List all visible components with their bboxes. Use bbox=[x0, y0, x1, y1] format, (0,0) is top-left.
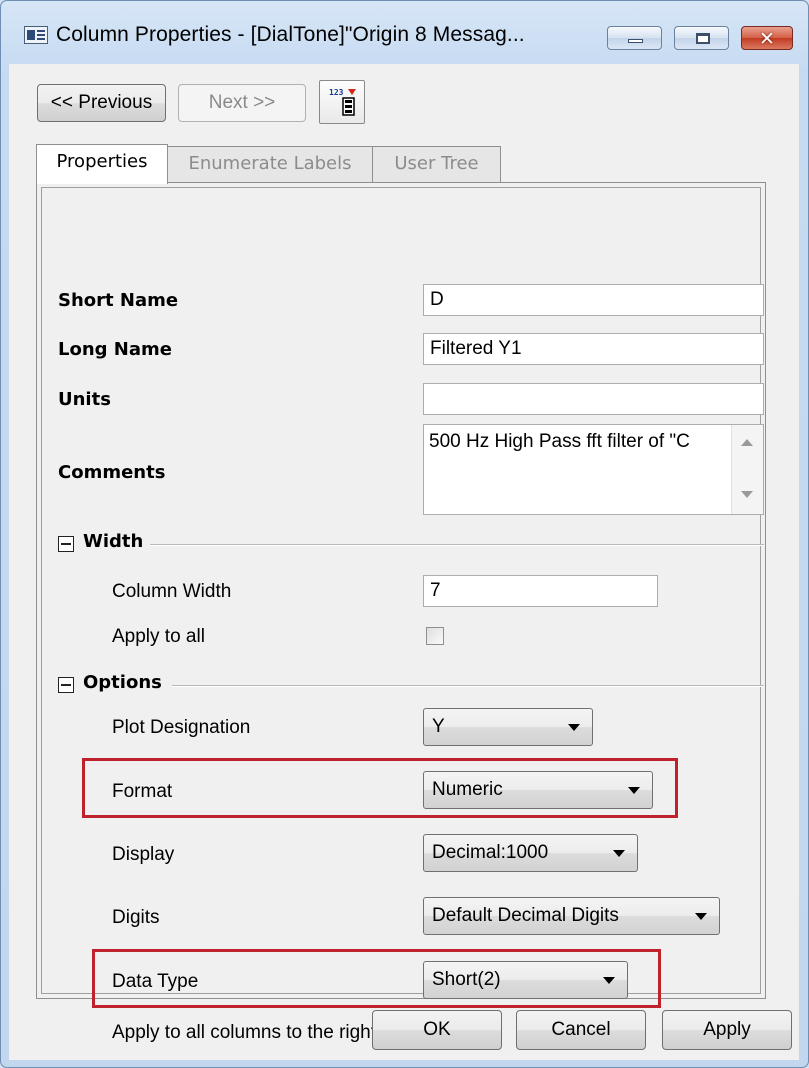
dialog-window: Column Properties - [DialTone]"Origin 8 … bbox=[0, 0, 809, 1068]
minimize-button[interactable] bbox=[607, 26, 662, 50]
short-name-label: Short Name bbox=[58, 290, 179, 311]
display-value: Decimal:1000 bbox=[432, 842, 549, 863]
width-collapse-toggle[interactable] bbox=[58, 536, 74, 552]
format-label: Format bbox=[112, 781, 173, 802]
long-name-field[interactable]: Filtered Y1 bbox=[423, 333, 764, 365]
long-name-label: Long Name bbox=[58, 339, 172, 360]
next-button[interactable]: Next >> bbox=[178, 84, 306, 122]
units-label: Units bbox=[58, 389, 111, 410]
dialog-client-area: << Previous Next >> 123 Properties Enume… bbox=[9, 64, 799, 1060]
close-button[interactable]: ✕ bbox=[741, 26, 793, 50]
digits-value: Default Decimal Digits bbox=[432, 905, 619, 926]
options-collapse-toggle[interactable] bbox=[58, 677, 74, 693]
cancel-button[interactable]: Cancel bbox=[516, 1010, 646, 1050]
minimize-icon bbox=[628, 39, 643, 43]
format-select[interactable]: Numeric bbox=[423, 771, 653, 809]
maximize-icon bbox=[696, 33, 710, 44]
previous-button[interactable]: << Previous bbox=[37, 84, 166, 122]
properties-grid: Short Name D Long Name Filtered Y1 Units… bbox=[41, 187, 764, 1043]
short-name-field[interactable]: D bbox=[423, 284, 764, 316]
maximize-button[interactable] bbox=[674, 26, 729, 50]
chevron-down-icon bbox=[628, 787, 640, 794]
comments-textarea[interactable]: 500 Hz High Pass fft filter of "C bbox=[423, 424, 764, 515]
plot-designation-label: Plot Designation bbox=[112, 717, 251, 738]
data-type-value: Short(2) bbox=[432, 969, 501, 990]
plot-designation-select[interactable]: Y bbox=[423, 708, 593, 746]
chevron-down-icon bbox=[613, 850, 625, 857]
column-label-rows-icon: 123 bbox=[329, 88, 356, 116]
tab-user-tree[interactable]: User Tree bbox=[372, 146, 501, 182]
title-bar[interactable]: Column Properties - [DialTone]"Origin 8 … bbox=[1, 1, 808, 61]
data-type-select[interactable]: Short(2) bbox=[423, 961, 628, 999]
width-section-title: Width bbox=[83, 531, 144, 552]
width-section-divider bbox=[150, 544, 764, 546]
tab-properties[interactable]: Properties bbox=[36, 144, 168, 184]
apply-button[interactable]: Apply bbox=[662, 1010, 792, 1050]
comments-text: 500 Hz High Pass fft filter of "C bbox=[429, 431, 690, 452]
data-type-label: Data Type bbox=[112, 971, 199, 992]
format-value: Numeric bbox=[432, 779, 503, 800]
comments-scrollbar[interactable] bbox=[731, 425, 763, 514]
ok-button[interactable]: OK bbox=[372, 1010, 502, 1050]
plot-designation-value: Y bbox=[432, 716, 445, 737]
scroll-up-icon[interactable] bbox=[741, 439, 753, 446]
close-icon: ✕ bbox=[759, 28, 775, 50]
column-width-field[interactable]: 7 bbox=[423, 575, 658, 607]
comments-label: Comments bbox=[58, 462, 166, 483]
apply-to-all-checkbox[interactable] bbox=[426, 627, 444, 645]
window-icon bbox=[24, 26, 48, 44]
apply-to-all-label: Apply to all bbox=[112, 626, 205, 647]
options-section-title: Options bbox=[83, 672, 162, 693]
chevron-down-icon bbox=[603, 977, 615, 984]
options-section-divider bbox=[172, 685, 764, 687]
tab-enumerate-labels[interactable]: Enumerate Labels bbox=[167, 146, 373, 182]
svg-text:123: 123 bbox=[329, 88, 344, 97]
chevron-down-icon bbox=[568, 724, 580, 731]
column-width-label: Column Width bbox=[112, 581, 232, 602]
header-rows-button[interactable]: 123 bbox=[319, 80, 365, 124]
chevron-down-icon bbox=[695, 913, 707, 920]
display-select[interactable]: Decimal:1000 bbox=[423, 834, 638, 872]
display-label: Display bbox=[112, 844, 175, 865]
digits-select[interactable]: Default Decimal Digits bbox=[423, 897, 720, 935]
units-field[interactable] bbox=[423, 383, 764, 415]
scroll-down-icon[interactable] bbox=[741, 491, 753, 498]
properties-panel: Short Name D Long Name Filtered Y1 Units… bbox=[36, 182, 766, 1043]
digits-label: Digits bbox=[112, 907, 160, 928]
window-title: Column Properties - [DialTone]"Origin 8 … bbox=[56, 23, 525, 46]
apply-right-label: Apply to all columns to the right bbox=[112, 1022, 377, 1043]
